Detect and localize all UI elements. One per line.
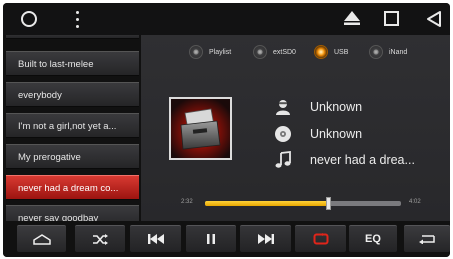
radio-dot-icon: [189, 45, 203, 59]
previous-button[interactable]: [130, 225, 181, 252]
list-item[interactable]: never say goodbay: [6, 205, 139, 221]
music-folder-icon: [171, 99, 230, 158]
previous-icon: [147, 234, 164, 244]
shuffle-icon: [93, 233, 108, 245]
source-inand[interactable]: iNand: [369, 44, 407, 60]
total-time: 4:02: [409, 199, 421, 205]
radio-dot-active-icon: [314, 45, 328, 59]
system-bar: [3, 3, 450, 35]
repeat-icon: [313, 233, 328, 245]
repeat-button[interactable]: [295, 225, 346, 252]
music-note-icon: [273, 151, 293, 169]
track-title: never had a drea...: [310, 153, 415, 167]
source-label: Playlist: [209, 48, 232, 56]
now-playing-panel: Playlist extSD0 USB iNand Unknown Unknow…: [141, 35, 450, 221]
overflow-menu-icon[interactable]: [73, 8, 81, 30]
return-button[interactable]: [404, 225, 450, 252]
playlist-panel: Built to last-melee everybody I'm not a …: [3, 35, 141, 221]
eq-label: EQ: [365, 233, 381, 245]
album-disc-icon: [273, 125, 293, 143]
list-item[interactable]: My prerogative: [6, 144, 139, 169]
list-item[interactable]: everybody: [6, 82, 139, 107]
device-screen: Built to last-melee everybody I'm not a …: [3, 3, 450, 257]
eq-button[interactable]: EQ: [349, 225, 397, 252]
list-item[interactable]: Built to last-melee: [6, 51, 139, 76]
seek-bar-thumb[interactable]: [326, 197, 332, 210]
source-label: extSD0: [273, 48, 296, 56]
return-icon: [419, 235, 435, 244]
list-item[interactable]: I'm not a girl,not yet a...: [6, 113, 139, 138]
source-extsd0[interactable]: extSD0: [253, 44, 296, 60]
source-usb[interactable]: USB: [314, 44, 348, 60]
album-art: [169, 97, 232, 160]
list-item-active[interactable]: never had a dream co...: [6, 175, 139, 200]
artist-row: Unknown: [273, 97, 362, 117]
pause-icon: [207, 234, 215, 244]
radio-dot-icon: [369, 45, 383, 59]
source-label: USB: [334, 48, 349, 56]
album-row: Unknown: [273, 124, 362, 144]
shuffle-button[interactable]: [75, 225, 125, 252]
source-label: iNand: [389, 48, 408, 56]
home-icon[interactable]: [343, 10, 361, 26]
list-item-partial[interactable]: [6, 35, 139, 39]
back-icon[interactable]: [426, 10, 442, 28]
artist-name: Unknown: [310, 100, 363, 114]
home-icon: [32, 233, 51, 245]
seek-bar[interactable]: [205, 197, 401, 210]
pause-button[interactable]: [186, 225, 236, 252]
album-name: Unknown: [310, 127, 363, 141]
home-button[interactable]: [17, 225, 66, 252]
playback-controls: EQ: [3, 221, 450, 257]
seek-bar-fill: [205, 201, 329, 206]
recent-apps-icon[interactable]: [384, 11, 399, 26]
title-row: never had a drea...: [273, 150, 415, 170]
radio-dot-icon: [253, 45, 267, 59]
artist-icon: [273, 98, 293, 116]
next-icon: [257, 234, 274, 244]
next-button[interactable]: [240, 225, 291, 252]
source-playlist[interactable]: Playlist: [189, 44, 231, 60]
circle-icon[interactable]: [21, 11, 37, 27]
elapsed-time: 2:32: [181, 199, 193, 205]
